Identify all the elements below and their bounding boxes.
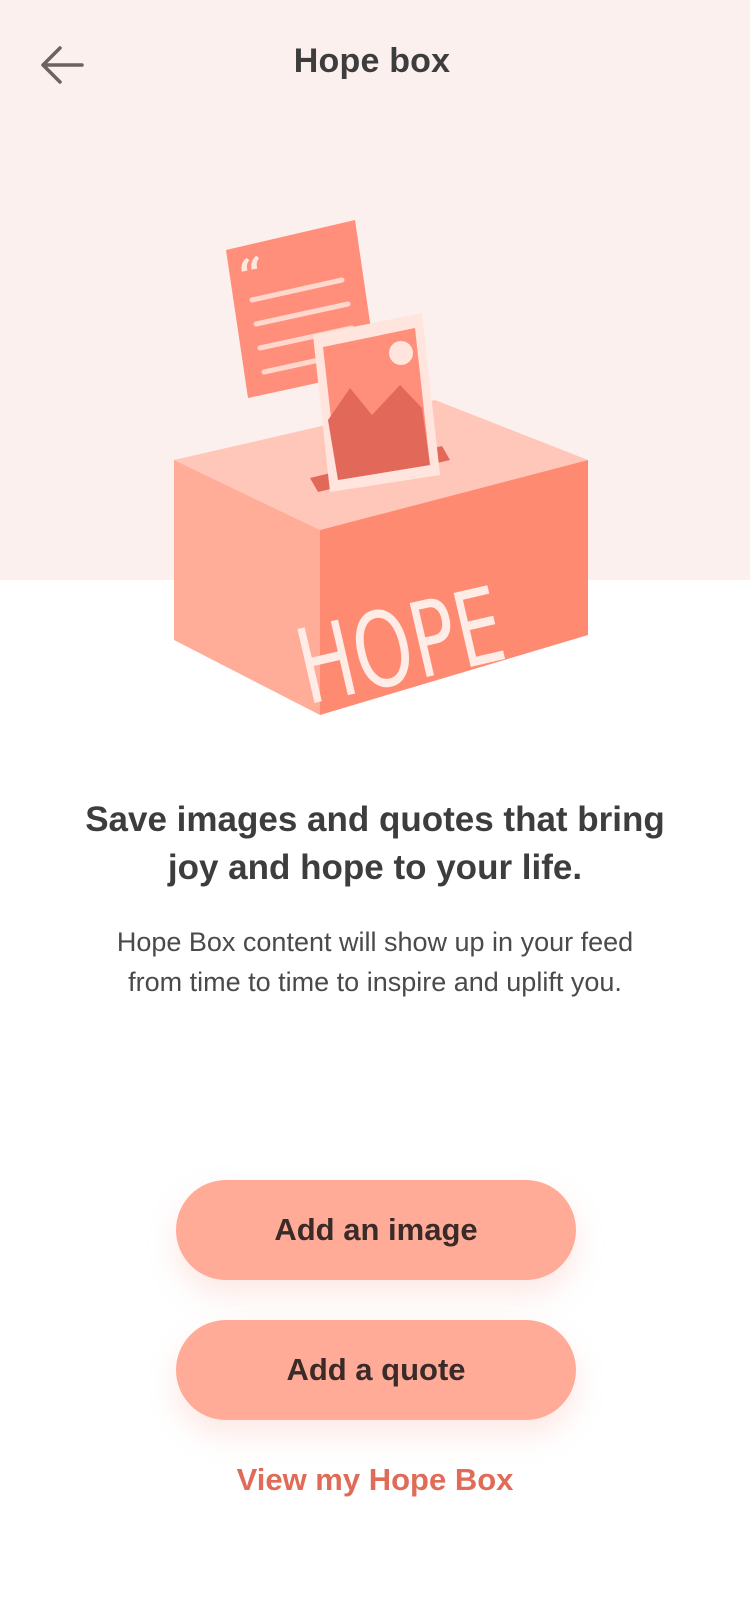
add-image-button[interactable]: Add an image xyxy=(176,1180,576,1280)
headline: Save images and quotes that bring joy an… xyxy=(85,800,665,887)
add-quote-button[interactable]: Add a quote xyxy=(176,1320,576,1420)
page-title: Hope box xyxy=(293,42,451,80)
hope-box-illustration: “ HOPE xyxy=(160,210,600,730)
hope-box-screen: Hope box “ HOPE Save images and quotes t… xyxy=(0,0,750,1624)
view-hope-box-link[interactable]: View my Hope Box xyxy=(0,1462,750,1498)
header: Hope box xyxy=(0,0,750,130)
description: Hope Box content will show up in your fe… xyxy=(116,927,634,997)
photo-card-icon xyxy=(313,313,440,492)
hope-box-icon: “ HOPE xyxy=(174,220,588,729)
